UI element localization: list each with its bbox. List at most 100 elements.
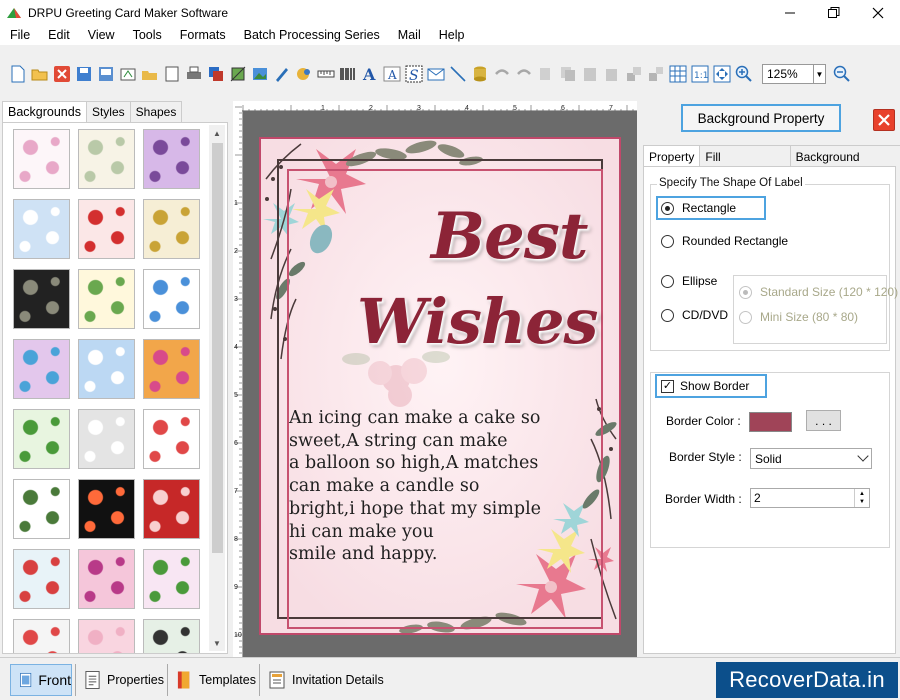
picture-button[interactable]	[294, 64, 314, 84]
radio-standard-size[interactable]: Standard Size (120 * 120)	[739, 285, 898, 299]
card-heading-best[interactable]: Best	[431, 199, 588, 274]
grid-button[interactable]	[668, 64, 688, 84]
menu-help[interactable]: Help	[439, 28, 465, 42]
card-heading-wishes[interactable]: Wishes	[357, 285, 598, 358]
bottom-tab-front[interactable]: Front	[10, 664, 72, 696]
zoom-level-field[interactable]: 125%	[762, 64, 814, 84]
menu-formats[interactable]: Formats	[180, 28, 226, 42]
background-thumbnail[interactable]	[13, 199, 70, 259]
crop-button[interactable]	[228, 64, 248, 84]
radio-ellipse[interactable]: Ellipse	[661, 274, 717, 288]
background-thumbnail[interactable]	[13, 549, 70, 609]
pen-button[interactable]	[272, 64, 292, 84]
background-thumbnail[interactable]	[143, 479, 200, 539]
background-thumbnail[interactable]	[143, 339, 200, 399]
open-image-button[interactable]	[140, 64, 160, 84]
layers-button[interactable]	[206, 64, 226, 84]
border-style-select[interactable]: Solid	[750, 448, 872, 469]
background-thumbnail[interactable]	[13, 619, 70, 653]
background-thumbnail[interactable]	[78, 619, 135, 653]
menu-tools[interactable]: Tools	[133, 28, 162, 42]
scroll-down-icon[interactable]: ▼	[209, 635, 225, 651]
bottom-tab-templates[interactable]: Templates	[168, 664, 256, 696]
menu-batch-processing[interactable]: Batch Processing Series	[244, 28, 380, 42]
actual-size-button[interactable]: 1:1	[690, 64, 710, 84]
scrollbar-thumb[interactable]	[212, 143, 223, 553]
background-thumbnail[interactable]	[78, 479, 135, 539]
tab-fill-background[interactable]: Fill Background	[699, 145, 791, 178]
delete-button[interactable]	[602, 64, 622, 84]
border-color-picker-button[interactable]: . . .	[806, 410, 841, 431]
save-as-button[interactable]	[96, 64, 116, 84]
cut-button[interactable]	[536, 64, 556, 84]
close-property-button[interactable]	[873, 109, 895, 131]
background-thumbnail[interactable]	[143, 199, 200, 259]
radio-rectangle[interactable]: Rectangle	[661, 201, 736, 215]
show-border-checkbox[interactable]: ✓ Show Border	[661, 379, 749, 393]
text-button[interactable]: A	[360, 64, 380, 84]
tab-shapes[interactable]: Shapes	[129, 101, 183, 123]
background-thumbnail[interactable]	[78, 129, 135, 189]
background-thumbnail[interactable]	[143, 549, 200, 609]
ruler-button[interactable]	[316, 64, 336, 84]
tab-styles[interactable]: Styles	[85, 101, 131, 123]
radio-mini-size[interactable]: Mini Size (80 * 80)	[739, 310, 858, 324]
new-button[interactable]	[8, 64, 28, 84]
background-thumbnail[interactable]	[78, 269, 135, 329]
card-message-text[interactable]: An icing can make a cake so sweet,A stri…	[289, 407, 579, 566]
border-color-swatch[interactable]	[749, 412, 792, 432]
spin-down-icon[interactable]: ▼	[859, 498, 865, 506]
mail-button[interactable]	[426, 64, 446, 84]
export-button[interactable]	[118, 64, 138, 84]
scroll-up-icon[interactable]: ▲	[209, 125, 225, 141]
background-thumbnail[interactable]	[78, 339, 135, 399]
background-thumbnail[interactable]	[13, 269, 70, 329]
maximize-button[interactable]	[812, 0, 856, 25]
thumbnail-scrollbar[interactable]: ▲ ▼	[209, 125, 225, 651]
print-preview-button[interactable]	[162, 64, 182, 84]
background-thumbnail[interactable]	[143, 619, 200, 653]
background-thumbnail[interactable]	[78, 549, 135, 609]
background-thumbnail[interactable]	[13, 409, 70, 469]
menu-view[interactable]: View	[88, 28, 115, 42]
zoom-in-button[interactable]	[734, 64, 754, 84]
menu-edit[interactable]: Edit	[48, 28, 70, 42]
text-box-button[interactable]: A	[382, 64, 402, 84]
redo-button[interactable]	[514, 64, 534, 84]
zoom-out-button[interactable]	[832, 64, 852, 84]
tab-backgrounds[interactable]: Backgrounds	[2, 101, 87, 123]
background-thumbnail[interactable]	[78, 199, 135, 259]
radio-cd-dvd[interactable]: CD/DVD	[661, 308, 728, 322]
menu-mail[interactable]: Mail	[398, 28, 421, 42]
group-button[interactable]	[624, 64, 644, 84]
background-thumbnail[interactable]	[13, 479, 70, 539]
print-button[interactable]	[184, 64, 204, 84]
zoom-dropdown-button[interactable]: ▼	[814, 64, 826, 84]
background-thumbnail[interactable]	[143, 129, 200, 189]
background-thumbnail[interactable]	[13, 339, 70, 399]
fit-window-button[interactable]	[712, 64, 732, 84]
spin-up-icon[interactable]: ▲	[859, 490, 865, 498]
signature-button[interactable]: S	[404, 64, 424, 84]
radio-rounded-rectangle[interactable]: Rounded Rectangle	[661, 234, 788, 248]
paste-button[interactable]	[580, 64, 600, 84]
minimize-button[interactable]	[768, 0, 812, 25]
undo-button[interactable]	[492, 64, 512, 84]
insert-image-button[interactable]	[250, 64, 270, 84]
background-thumbnail[interactable]	[78, 409, 135, 469]
greeting-card[interactable]: Best Wishes An icing can make a cake so …	[259, 137, 621, 635]
menu-file[interactable]: File	[10, 28, 30, 42]
database-button[interactable]	[470, 64, 490, 84]
barcode-button[interactable]	[338, 64, 358, 84]
tab-property[interactable]: Property	[643, 145, 701, 167]
bottom-tab-invitation-details[interactable]: Invitation Details	[260, 664, 385, 696]
tab-background-effects[interactable]: Background Effects	[789, 145, 900, 178]
border-width-stepper[interactable]: 2 ▲ ▼	[750, 488, 870, 508]
ungroup-button[interactable]	[646, 64, 666, 84]
save-button[interactable]	[74, 64, 94, 84]
bottom-tab-properties[interactable]: Properties	[76, 664, 164, 696]
background-thumbnail[interactable]	[143, 269, 200, 329]
line-button[interactable]	[448, 64, 468, 84]
close-window-button[interactable]	[856, 0, 900, 25]
close-file-button[interactable]	[52, 64, 72, 84]
